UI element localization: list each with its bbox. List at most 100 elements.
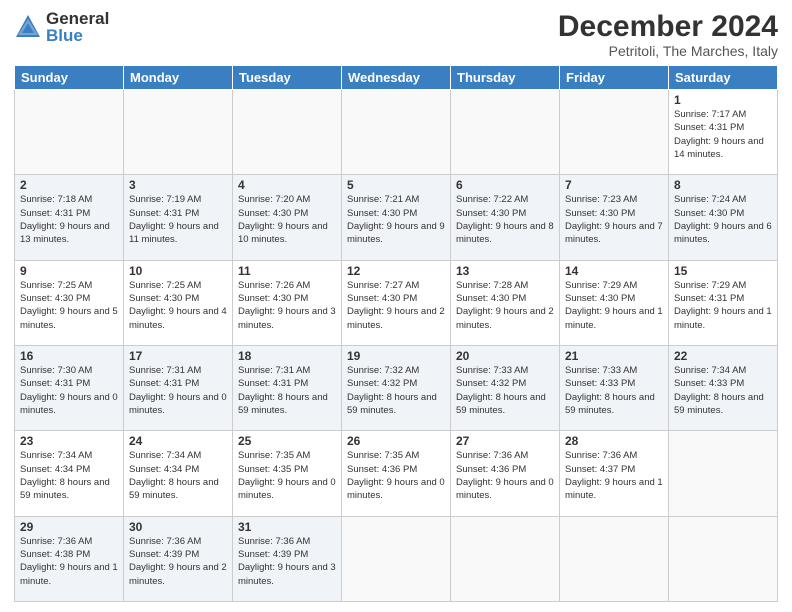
calendar-cell: 19Sunrise: 7:32 AMSunset: 4:32 PMDayligh… xyxy=(342,345,451,430)
calendar-week-row: 2Sunrise: 7:18 AMSunset: 4:31 PMDaylight… xyxy=(15,175,778,260)
day-info: Sunrise: 7:36 AMSunset: 4:39 PMDaylight:… xyxy=(238,535,336,588)
calendar-cell xyxy=(669,516,778,601)
calendar-cell: 23Sunrise: 7:34 AMSunset: 4:34 PMDayligh… xyxy=(15,431,124,516)
month-year: December 2024 xyxy=(558,10,778,43)
day-info: Sunrise: 7:36 AMSunset: 4:38 PMDaylight:… xyxy=(20,535,118,588)
day-info: Sunrise: 7:20 AMSunset: 4:30 PMDaylight:… xyxy=(238,193,336,246)
calendar-cell xyxy=(342,516,451,601)
day-number: 21 xyxy=(565,349,663,363)
calendar-cell: 14Sunrise: 7:29 AMSunset: 4:30 PMDayligh… xyxy=(560,260,669,345)
day-info: Sunrise: 7:36 AMSunset: 4:37 PMDaylight:… xyxy=(565,449,663,502)
day-number: 17 xyxy=(129,349,227,363)
calendar-cell xyxy=(560,90,669,175)
day-number: 29 xyxy=(20,520,118,534)
day-number: 2 xyxy=(20,178,118,192)
calendar-cell: 25Sunrise: 7:35 AMSunset: 4:35 PMDayligh… xyxy=(233,431,342,516)
day-number: 8 xyxy=(674,178,772,192)
calendar-cell: 4Sunrise: 7:20 AMSunset: 4:30 PMDaylight… xyxy=(233,175,342,260)
header: General Blue December 2024 Petritoli, Th… xyxy=(14,10,778,59)
day-number: 11 xyxy=(238,264,336,278)
day-number: 13 xyxy=(456,264,554,278)
calendar-cell xyxy=(560,516,669,601)
calendar-cell: 16Sunrise: 7:30 AMSunset: 4:31 PMDayligh… xyxy=(15,345,124,430)
day-number: 16 xyxy=(20,349,118,363)
calendar-week-row: 9Sunrise: 7:25 AMSunset: 4:30 PMDaylight… xyxy=(15,260,778,345)
calendar-cell: 3Sunrise: 7:19 AMSunset: 4:31 PMDaylight… xyxy=(124,175,233,260)
calendar-week-row: 23Sunrise: 7:34 AMSunset: 4:34 PMDayligh… xyxy=(15,431,778,516)
day-number: 1 xyxy=(674,93,772,107)
calendar-cell: 8Sunrise: 7:24 AMSunset: 4:30 PMDaylight… xyxy=(669,175,778,260)
calendar-table: SundayMondayTuesdayWednesdayThursdayFrid… xyxy=(14,65,778,602)
calendar-cell: 26Sunrise: 7:35 AMSunset: 4:36 PMDayligh… xyxy=(342,431,451,516)
calendar-cell: 29Sunrise: 7:36 AMSunset: 4:38 PMDayligh… xyxy=(15,516,124,601)
calendar-cell xyxy=(233,90,342,175)
day-number: 3 xyxy=(129,178,227,192)
calendar-cell: 11Sunrise: 7:26 AMSunset: 4:30 PMDayligh… xyxy=(233,260,342,345)
calendar-cell: 12Sunrise: 7:27 AMSunset: 4:30 PMDayligh… xyxy=(342,260,451,345)
logo-text: General Blue xyxy=(46,10,109,44)
day-info: Sunrise: 7:35 AMSunset: 4:36 PMDaylight:… xyxy=(347,449,445,502)
day-info: Sunrise: 7:33 AMSunset: 4:33 PMDaylight:… xyxy=(565,364,663,417)
day-info: Sunrise: 7:25 AMSunset: 4:30 PMDaylight:… xyxy=(129,279,227,332)
day-number: 12 xyxy=(347,264,445,278)
day-info: Sunrise: 7:36 AMSunset: 4:36 PMDaylight:… xyxy=(456,449,554,502)
day-info: Sunrise: 7:25 AMSunset: 4:30 PMDaylight:… xyxy=(20,279,118,332)
calendar-cell: 2Sunrise: 7:18 AMSunset: 4:31 PMDaylight… xyxy=(15,175,124,260)
title-block: December 2024 Petritoli, The Marches, It… xyxy=(558,10,778,59)
day-number: 15 xyxy=(674,264,772,278)
day-of-week-saturday: Saturday xyxy=(669,66,778,90)
day-info: Sunrise: 7:23 AMSunset: 4:30 PMDaylight:… xyxy=(565,193,663,246)
calendar-cell: 6Sunrise: 7:22 AMSunset: 4:30 PMDaylight… xyxy=(451,175,560,260)
calendar-cell xyxy=(15,90,124,175)
calendar-week-row: 1Sunrise: 7:17 AMSunset: 4:31 PMDaylight… xyxy=(15,90,778,175)
calendar-cell: 15Sunrise: 7:29 AMSunset: 4:31 PMDayligh… xyxy=(669,260,778,345)
logo-general-text: General xyxy=(46,10,109,27)
day-info: Sunrise: 7:29 AMSunset: 4:30 PMDaylight:… xyxy=(565,279,663,332)
day-info: Sunrise: 7:28 AMSunset: 4:30 PMDaylight:… xyxy=(456,279,554,332)
day-info: Sunrise: 7:26 AMSunset: 4:30 PMDaylight:… xyxy=(238,279,336,332)
day-number: 14 xyxy=(565,264,663,278)
calendar-cell: 5Sunrise: 7:21 AMSunset: 4:30 PMDaylight… xyxy=(342,175,451,260)
calendar-cell xyxy=(451,90,560,175)
calendar-cell: 27Sunrise: 7:36 AMSunset: 4:36 PMDayligh… xyxy=(451,431,560,516)
day-number: 30 xyxy=(129,520,227,534)
calendar-cell: 30Sunrise: 7:36 AMSunset: 4:39 PMDayligh… xyxy=(124,516,233,601)
day-of-week-wednesday: Wednesday xyxy=(342,66,451,90)
calendar-cell xyxy=(669,431,778,516)
calendar-header-row: SundayMondayTuesdayWednesdayThursdayFrid… xyxy=(15,66,778,90)
calendar-cell: 21Sunrise: 7:33 AMSunset: 4:33 PMDayligh… xyxy=(560,345,669,430)
day-number: 10 xyxy=(129,264,227,278)
location: Petritoli, The Marches, Italy xyxy=(558,43,778,59)
day-info: Sunrise: 7:31 AMSunset: 4:31 PMDaylight:… xyxy=(238,364,336,417)
day-info: Sunrise: 7:36 AMSunset: 4:39 PMDaylight:… xyxy=(129,535,227,588)
day-info: Sunrise: 7:21 AMSunset: 4:30 PMDaylight:… xyxy=(347,193,445,246)
day-number: 25 xyxy=(238,434,336,448)
calendar-cell: 28Sunrise: 7:36 AMSunset: 4:37 PMDayligh… xyxy=(560,431,669,516)
day-info: Sunrise: 7:33 AMSunset: 4:32 PMDaylight:… xyxy=(456,364,554,417)
day-number: 18 xyxy=(238,349,336,363)
day-info: Sunrise: 7:34 AMSunset: 4:34 PMDaylight:… xyxy=(129,449,227,502)
calendar-cell: 20Sunrise: 7:33 AMSunset: 4:32 PMDayligh… xyxy=(451,345,560,430)
calendar-cell xyxy=(342,90,451,175)
calendar-cell: 10Sunrise: 7:25 AMSunset: 4:30 PMDayligh… xyxy=(124,260,233,345)
day-number: 26 xyxy=(347,434,445,448)
day-info: Sunrise: 7:22 AMSunset: 4:30 PMDaylight:… xyxy=(456,193,554,246)
day-number: 20 xyxy=(456,349,554,363)
calendar-cell: 17Sunrise: 7:31 AMSunset: 4:31 PMDayligh… xyxy=(124,345,233,430)
day-info: Sunrise: 7:24 AMSunset: 4:30 PMDaylight:… xyxy=(674,193,772,246)
day-number: 7 xyxy=(565,178,663,192)
calendar-cell: 18Sunrise: 7:31 AMSunset: 4:31 PMDayligh… xyxy=(233,345,342,430)
day-of-week-tuesday: Tuesday xyxy=(233,66,342,90)
day-number: 23 xyxy=(20,434,118,448)
calendar-cell: 31Sunrise: 7:36 AMSunset: 4:39 PMDayligh… xyxy=(233,516,342,601)
day-info: Sunrise: 7:34 AMSunset: 4:34 PMDaylight:… xyxy=(20,449,118,502)
day-number: 6 xyxy=(456,178,554,192)
day-number: 19 xyxy=(347,349,445,363)
day-number: 22 xyxy=(674,349,772,363)
calendar-cell: 24Sunrise: 7:34 AMSunset: 4:34 PMDayligh… xyxy=(124,431,233,516)
logo-icon xyxy=(14,13,42,41)
calendar-cell: 9Sunrise: 7:25 AMSunset: 4:30 PMDaylight… xyxy=(15,260,124,345)
calendar-cell: 22Sunrise: 7:34 AMSunset: 4:33 PMDayligh… xyxy=(669,345,778,430)
day-info: Sunrise: 7:32 AMSunset: 4:32 PMDaylight:… xyxy=(347,364,445,417)
day-info: Sunrise: 7:34 AMSunset: 4:33 PMDaylight:… xyxy=(674,364,772,417)
